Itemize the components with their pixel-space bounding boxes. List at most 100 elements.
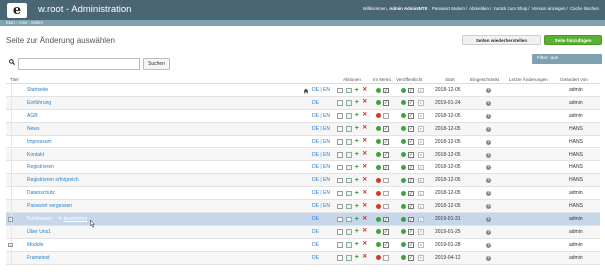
preview-icon[interactable]: ⌕ [418, 216, 424, 222]
published-checkbox[interactable]: ✓ [408, 242, 414, 248]
add-subpage-icon[interactable]: + [354, 138, 360, 144]
copy-page-icon[interactable] [346, 113, 352, 119]
view-page-icon[interactable] [337, 216, 343, 222]
table-row[interactable]: Registrieren DE | EN + ✕ ✓ ✓ ⌕ 2018-12-05? HANS [6, 161, 600, 175]
add-subpage-icon[interactable]: + [354, 87, 360, 93]
add-subpage-icon[interactable]: + [354, 254, 360, 260]
in-menu-checkbox[interactable] [383, 255, 389, 261]
restriction-info-icon[interactable]: ? [486, 204, 491, 210]
published-status-icon[interactable] [401, 126, 406, 132]
page-title-link[interactable]: Funktionen [27, 213, 52, 226]
preview-icon[interactable]: ⌕ [418, 229, 424, 235]
published-checkbox[interactable]: ✓ [408, 229, 414, 235]
copy-page-icon[interactable] [346, 152, 352, 158]
copy-page-icon[interactable] [346, 255, 352, 261]
link-change-password[interactable]: Passwort ändern [432, 6, 465, 11]
page-title-link[interactable]: AGB [27, 110, 38, 123]
language-links[interactable]: DE [312, 213, 319, 226]
published-checkbox[interactable]: ✓ [408, 126, 414, 132]
published-status-icon[interactable] [401, 216, 406, 222]
add-subpage-icon[interactable]: + [354, 242, 360, 248]
table-row[interactable]: Registrieren erfolgreich DE | EN + ✕ ✓ ⌕ 2018-… [6, 174, 600, 188]
logo[interactable]: e [7, 3, 27, 18]
view-page-icon[interactable] [337, 177, 343, 184]
menu-status-icon[interactable] [376, 113, 381, 119]
view-page-icon[interactable] [337, 229, 343, 235]
copy-page-icon[interactable] [346, 190, 352, 197]
link-logout[interactable]: Abmelden [469, 6, 489, 11]
view-page-icon[interactable] [337, 126, 343, 132]
link-clear-cache[interactable]: Cache löschen [570, 6, 599, 11]
preview-icon[interactable]: ⌕ [418, 100, 424, 106]
page-title-link[interactable]: Kontakt [27, 149, 44, 162]
add-subpage-icon[interactable]: + [354, 229, 360, 235]
restriction-info-icon[interactable]: ? [486, 100, 491, 106]
language-links[interactable]: DE | EN [312, 187, 330, 200]
preview-icon[interactable]: ⌕ [418, 152, 424, 158]
filter-toggle[interactable]: Filter: aus [532, 54, 602, 64]
published-status-icon[interactable] [401, 100, 406, 106]
published-status-icon[interactable] [401, 229, 406, 235]
published-checkbox[interactable]: ✓ [408, 113, 414, 119]
language-links[interactable]: DE [312, 226, 319, 239]
delete-page-icon[interactable]: ✕ [362, 229, 368, 235]
restriction-info-icon[interactable]: ? [486, 88, 491, 93]
published-checkbox[interactable]: ✓ [408, 100, 414, 106]
language-links[interactable]: DE | EN [312, 136, 330, 149]
preview-icon[interactable]: ⌕ [418, 113, 424, 119]
table-row[interactable]: Einführung DE + ✕ ✓ ✓ ⌕ 2019-01-24? admin [6, 96, 600, 110]
table-row[interactable]: News DE | EN + ✕ ✓ ✓ ⌕ 2018-12-05? HANS [6, 122, 600, 136]
page-title-link[interactable]: Impressum [27, 136, 52, 149]
preview-icon[interactable]: ⌕ [418, 139, 424, 145]
restriction-info-icon[interactable]: ? [486, 152, 491, 158]
language-links[interactable]: DE [312, 252, 319, 265]
language-links[interactable]: DE | EN [312, 149, 330, 162]
in-menu-checkbox[interactable] [383, 113, 389, 119]
page-title-link[interactable]: News [27, 123, 40, 136]
page-title-link[interactable]: Frametest [27, 252, 50, 265]
menu-status-icon[interactable] [376, 87, 381, 93]
menu-status-icon[interactable] [376, 190, 381, 196]
language-links[interactable]: DE [312, 239, 319, 252]
copy-page-icon[interactable] [346, 203, 352, 210]
delete-page-icon[interactable]: ✕ [362, 203, 368, 210]
language-links[interactable]: DE [312, 97, 319, 110]
preview-icon[interactable]: ⌕ [418, 164, 424, 171]
link-back-to-shop[interactable]: zurück zum Shop [493, 6, 527, 11]
menu-status-icon[interactable] [376, 229, 381, 235]
view-page-icon[interactable] [337, 190, 343, 197]
page-title-link[interactable]: Einführung [27, 97, 51, 110]
table-row[interactable]: Kontakt DE | EN + ✕ ✓ ✓ ⌕ 2018-12-05? HANS [6, 148, 600, 162]
view-page-icon[interactable] [337, 113, 343, 119]
table-row[interactable]: Passwort vergessen DE | EN + ✕ ✓ ⌕ 2018-12-05?… [6, 200, 600, 213]
view-page-icon[interactable] [337, 203, 343, 210]
copy-page-icon[interactable] [346, 126, 352, 132]
language-links[interactable]: DE | EN [312, 123, 330, 136]
edit-link[interactable]: ✎ bearbeiten [58, 213, 87, 226]
delete-page-icon[interactable]: ✕ [362, 190, 368, 197]
page-title-link[interactable]: Module [27, 239, 43, 252]
add-page-button[interactable]: Seite hinzufügen [544, 35, 602, 45]
preview-icon[interactable]: ⌕ [418, 190, 424, 197]
preview-icon[interactable]: ⌕ [418, 177, 424, 184]
restriction-info-icon[interactable]: ? [486, 229, 491, 235]
delete-page-icon[interactable]: ✕ [362, 216, 368, 223]
language-links[interactable]: DE | EN [312, 110, 330, 123]
in-menu-checkbox[interactable]: ✓ [383, 216, 389, 222]
menu-status-icon[interactable] [376, 255, 381, 261]
add-subpage-icon[interactable]: + [354, 177, 360, 183]
delete-page-icon[interactable]: ✕ [362, 177, 368, 184]
in-menu-checkbox[interactable]: ✓ [383, 242, 389, 248]
published-checkbox[interactable]: ✓ [408, 177, 414, 184]
in-menu-checkbox[interactable] [383, 190, 389, 197]
in-menu-checkbox[interactable]: ✓ [383, 87, 389, 93]
add-subpage-icon[interactable]: + [354, 216, 360, 222]
delete-page-icon[interactable]: ✕ [362, 87, 368, 94]
view-page-icon[interactable] [337, 152, 343, 158]
in-menu-checkbox[interactable]: ✓ [383, 100, 389, 106]
table-row[interactable]: Startseite DE | EN + ✕ ✓ ✓ ⌕ 2018-12-05? admin [6, 84, 600, 97]
published-status-icon[interactable] [401, 87, 406, 93]
view-page-icon[interactable] [337, 242, 343, 248]
copy-page-icon[interactable] [346, 100, 352, 106]
view-page-icon[interactable] [337, 139, 343, 145]
